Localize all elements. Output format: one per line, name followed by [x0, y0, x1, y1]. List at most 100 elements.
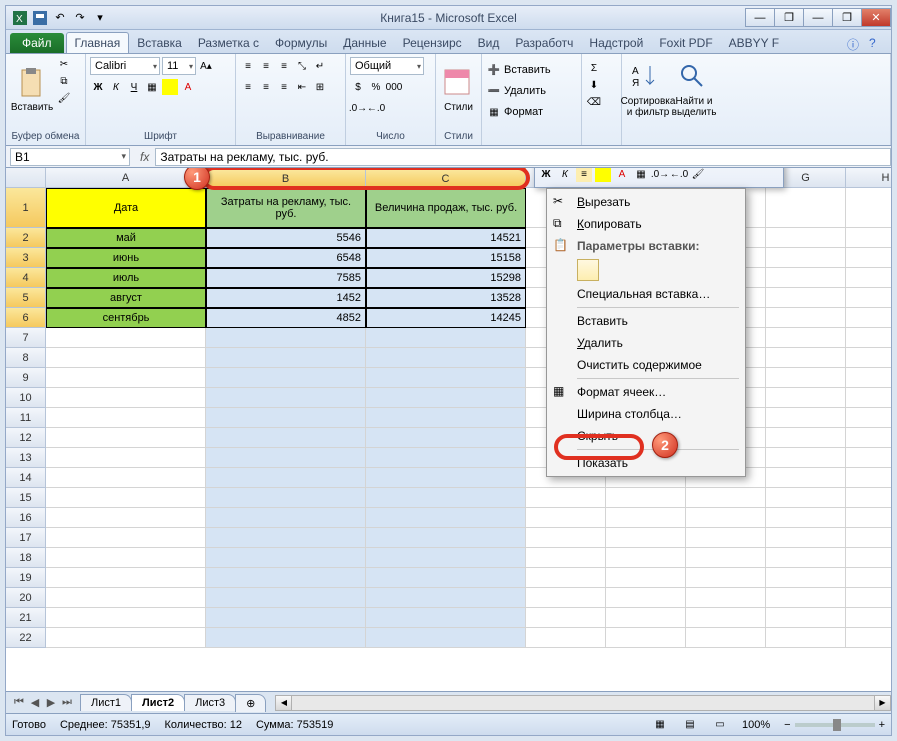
- row-header-17[interactable]: 17: [6, 528, 46, 548]
- fill-icon[interactable]: ⬇: [586, 77, 602, 93]
- align-mid-icon[interactable]: ≡: [258, 58, 274, 74]
- row-header-10[interactable]: 10: [6, 388, 46, 408]
- column-header-B[interactable]: B: [206, 168, 366, 188]
- row-header-5[interactable]: 5: [6, 288, 46, 308]
- copy-icon[interactable]: ⧉: [56, 73, 72, 89]
- row-header-21[interactable]: 21: [6, 608, 46, 628]
- mini-italic-button[interactable]: К: [557, 168, 573, 182]
- font-size-combo[interactable]: 11: [162, 57, 196, 75]
- sort-filter-button[interactable]: AЯ Сортировка и фильтр: [626, 56, 670, 124]
- find-select-button[interactable]: Найти и выделить: [672, 56, 716, 124]
- cells-delete-button[interactable]: ➖Удалить: [486, 81, 551, 101]
- column-header-C[interactable]: C: [366, 168, 526, 188]
- maximize-button[interactable]: ❐: [832, 8, 862, 27]
- row-header-14[interactable]: 14: [6, 468, 46, 488]
- bold-button[interactable]: Ж: [90, 79, 106, 95]
- zoom-slider[interactable]: − +: [784, 719, 885, 731]
- mini-border-icon[interactable]: ▦: [633, 168, 649, 182]
- tab-home[interactable]: Главная: [66, 32, 130, 53]
- ctx-format-cells[interactable]: ▦Формат ячеек…: [549, 381, 743, 403]
- redo-icon[interactable]: ↷: [72, 10, 88, 26]
- row-header-15[interactable]: 15: [6, 488, 46, 508]
- align-top-icon[interactable]: ≡: [240, 58, 256, 74]
- tab-insert[interactable]: Вставка: [129, 33, 190, 53]
- row-header-7[interactable]: 7: [6, 328, 46, 348]
- sheet-new[interactable]: ⊕: [235, 694, 266, 712]
- border-button[interactable]: ▦: [144, 79, 160, 95]
- row-header-4[interactable]: 4: [6, 268, 46, 288]
- horizontal-scrollbar[interactable]: ◀ ▶: [275, 695, 891, 711]
- row-header-12[interactable]: 12: [6, 428, 46, 448]
- mini-center-icon[interactable]: ≡: [576, 168, 592, 182]
- tab-view[interactable]: Вид: [470, 33, 508, 53]
- indent-dec-icon[interactable]: ⇤: [294, 79, 310, 95]
- help-icon[interactable]: ?: [869, 36, 883, 50]
- autosum-icon[interactable]: Σ: [586, 60, 602, 76]
- percent-icon[interactable]: %: [368, 79, 384, 95]
- dec-decimal-icon[interactable]: ←.0: [368, 100, 384, 116]
- font-color-button[interactable]: A: [180, 79, 196, 95]
- doc-minimize-button[interactable]: —: [745, 8, 775, 27]
- tab-file[interactable]: Файл: [10, 33, 64, 53]
- column-header-A[interactable]: A: [46, 168, 206, 188]
- row-header-11[interactable]: 11: [6, 408, 46, 428]
- ctx-paste-special[interactable]: Специальная вставка…: [549, 283, 743, 305]
- align-right-icon[interactable]: ≡: [276, 79, 292, 95]
- orientation-icon[interactable]: ⤡: [294, 58, 310, 74]
- sheet-tab-1[interactable]: Лист1: [80, 694, 132, 711]
- ctx-show[interactable]: Показать: [549, 452, 743, 474]
- tab-formulas[interactable]: Формулы: [267, 33, 335, 53]
- row-header-8[interactable]: 8: [6, 348, 46, 368]
- mini-fill-button[interactable]: [595, 168, 611, 182]
- row-header-18[interactable]: 18: [6, 548, 46, 568]
- ctx-clear[interactable]: Очистить содержимое: [549, 354, 743, 376]
- qat-dropdown-icon[interactable]: ▾: [92, 10, 108, 26]
- doc-restore-button[interactable]: ❐: [774, 8, 804, 27]
- ctx-insert[interactable]: Вставить: [549, 310, 743, 332]
- row-header-9[interactable]: 9: [6, 368, 46, 388]
- currency-icon[interactable]: $: [350, 79, 366, 95]
- row-header-2[interactable]: 2: [6, 228, 46, 248]
- align-bot-icon[interactable]: ≡: [276, 58, 292, 74]
- ctx-column-width[interactable]: Ширина столбца…: [549, 403, 743, 425]
- ribbon-minimize-icon[interactable]: ⓘ: [847, 36, 861, 50]
- minimize-button[interactable]: —: [803, 8, 833, 27]
- styles-button[interactable]: Стили: [440, 56, 477, 124]
- align-left-icon[interactable]: ≡: [240, 79, 256, 95]
- select-all-corner[interactable]: [6, 168, 46, 188]
- grow-font-icon[interactable]: A▴: [198, 58, 214, 74]
- sheet-tab-3[interactable]: Лист3: [184, 694, 236, 711]
- mini-dec-dec-icon[interactable]: ←.0: [671, 168, 687, 182]
- hscroll-right-button[interactable]: ▶: [874, 696, 890, 710]
- save-icon[interactable]: [32, 10, 48, 26]
- clear-icon[interactable]: ⌫: [586, 94, 602, 110]
- zoom-in-button[interactable]: +: [879, 719, 885, 731]
- tab-abbyy[interactable]: ABBYY F: [721, 33, 787, 53]
- cut-icon[interactable]: ✂: [56, 56, 72, 72]
- paste-option-default[interactable]: [577, 259, 599, 281]
- sheet-tab-2[interactable]: Лист2: [131, 694, 185, 711]
- font-name-combo[interactable]: Calibri: [90, 57, 160, 75]
- ctx-copy[interactable]: ⧉Копировать: [549, 213, 743, 235]
- mini-inc-dec-icon[interactable]: .0→: [652, 168, 668, 182]
- fill-color-button[interactable]: [162, 79, 178, 95]
- format-painter-icon[interactable]: 🖌: [56, 90, 72, 106]
- tab-foxit[interactable]: Foxit PDF: [651, 33, 720, 53]
- tab-addins[interactable]: Надстрой: [581, 33, 651, 53]
- view-layout-icon[interactable]: ▤: [682, 717, 698, 733]
- undo-icon[interactable]: ↶: [52, 10, 68, 26]
- grid[interactable]: ABCDEFGH1ДатаЗатраты на рекламу, тыс. ру…: [6, 168, 891, 691]
- sheet-nav-last[interactable]: ⏭: [60, 696, 74, 709]
- view-normal-icon[interactable]: ▦: [652, 717, 668, 733]
- close-button[interactable]: ✕: [861, 8, 891, 27]
- hscroll-left-button[interactable]: ◀: [276, 696, 292, 710]
- tab-review[interactable]: Рецензирс: [395, 33, 470, 53]
- comma-icon[interactable]: 000: [386, 79, 402, 95]
- ctx-hide[interactable]: Скрыть: [549, 425, 743, 447]
- row-header-22[interactable]: 22: [6, 628, 46, 648]
- fx-icon[interactable]: fx: [134, 150, 155, 164]
- column-header-H[interactable]: H: [846, 168, 891, 188]
- mini-fontcolor-button[interactable]: A: [614, 168, 630, 182]
- cells-insert-button[interactable]: ➕Вставить: [486, 60, 551, 80]
- merge-icon[interactable]: ⊞: [312, 79, 328, 95]
